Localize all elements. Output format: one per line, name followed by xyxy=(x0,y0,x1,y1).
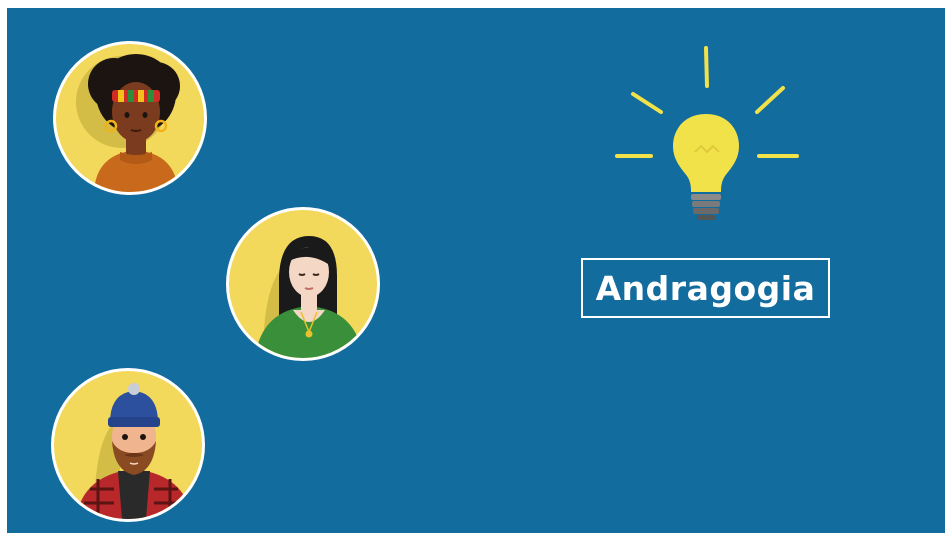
video-frame: Andragogia xyxy=(7,8,945,533)
title-label: Andragogia xyxy=(581,258,830,318)
woman-afro-avatar-icon xyxy=(53,41,207,195)
title-text: Andragogia xyxy=(595,268,816,308)
lightbulb-icon xyxy=(613,42,799,232)
woman-green-sweater-avatar-icon xyxy=(226,207,380,361)
man-beanie-avatar-icon xyxy=(51,368,205,522)
